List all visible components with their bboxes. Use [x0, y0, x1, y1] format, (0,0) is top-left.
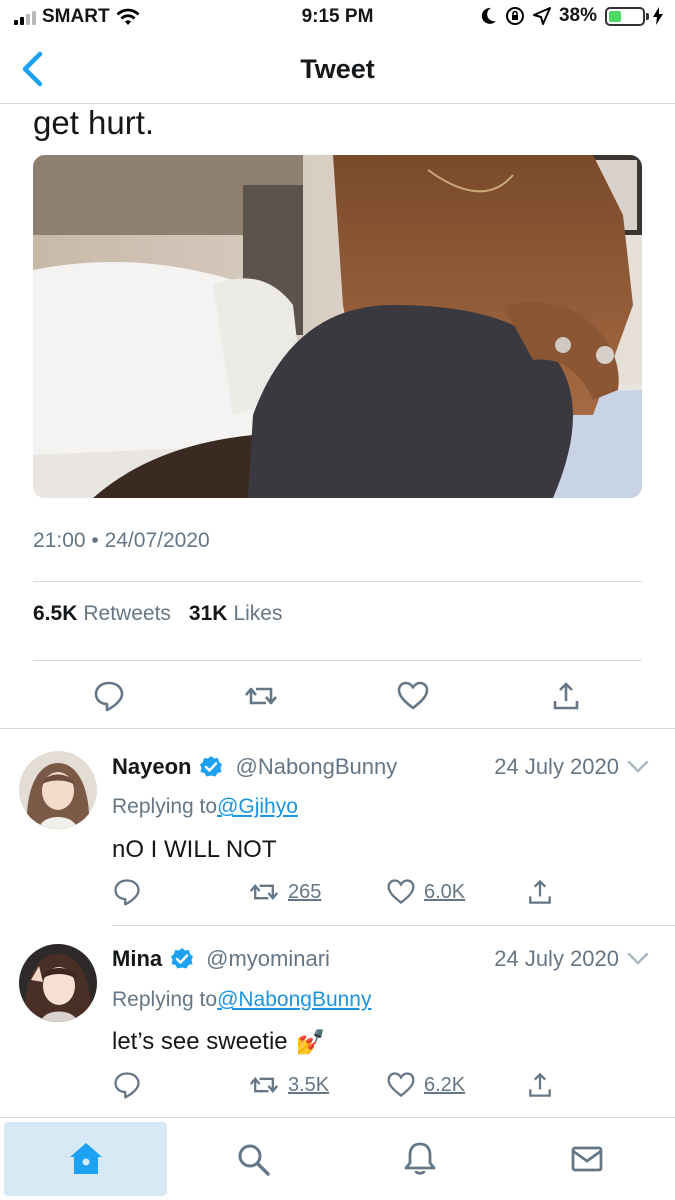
- tweet-timestamp: 21:00 • 24/07/2020: [33, 529, 210, 552]
- reply-date[interactable]: 24 July 2020: [494, 754, 649, 780]
- retweet-button[interactable]: 3.5K: [248, 1070, 329, 1100]
- retweet-button[interactable]: 265: [248, 877, 321, 907]
- tweet-text: get hurt.: [33, 104, 155, 141]
- reply-icon[interactable]: [112, 1070, 142, 1100]
- reply-item[interactable]: Mina @myominari 24 July 2020 Replying to…: [0, 926, 675, 1116]
- heart-icon[interactable]: [386, 877, 416, 907]
- replying-to: Replying to@NabongBunny: [112, 988, 372, 1012]
- author-name[interactable]: Mina: [112, 946, 162, 972]
- reply-item[interactable]: Nayeon @NabongBunny 24 July 2020 Replyin…: [0, 730, 675, 926]
- charging-bolt-icon: [653, 7, 663, 25]
- replying-prefix: Replying to: [112, 988, 218, 1011]
- search-icon[interactable]: [235, 1141, 271, 1177]
- replying-to-link[interactable]: @Gjihyo: [217, 795, 298, 818]
- retweet-count[interactable]: 265: [288, 881, 321, 904]
- battery-fill: [609, 10, 622, 22]
- bell-icon[interactable]: [403, 1141, 437, 1177]
- like-count[interactable]: 6.0K: [424, 881, 465, 904]
- tab-home[interactable]: [4, 1122, 167, 1196]
- retweet-icon[interactable]: [244, 679, 278, 713]
- share-button[interactable]: [525, 1070, 555, 1100]
- divider: [33, 660, 642, 661]
- reply-text: let’s see sweetie 💅: [112, 1028, 326, 1056]
- nav-bar: Tweet: [0, 36, 675, 104]
- battery-percent: 38%: [558, 5, 597, 26]
- share-icon[interactable]: [525, 1070, 555, 1100]
- reply-text: nO I WILL NOT: [112, 836, 276, 864]
- reply-author[interactable]: Mina @myominari: [112, 946, 330, 972]
- reply-date-text: 24 July 2020: [494, 754, 619, 779]
- reply-text-content: let’s see sweetie: [112, 1028, 288, 1055]
- chevron-down-icon[interactable]: [627, 952, 649, 966]
- reply-text-content: nO I WILL NOT: [112, 836, 277, 863]
- likes-label[interactable]: Likes: [233, 602, 282, 626]
- location-icon: [532, 7, 551, 25]
- tab-bar: [0, 1117, 675, 1200]
- heart-icon[interactable]: [396, 679, 430, 713]
- verified-badge-icon: [200, 756, 223, 777]
- reply-icon[interactable]: [112, 877, 142, 907]
- tab-notifications[interactable]: [338, 1122, 501, 1196]
- like-button[interactable]: 6.0K: [386, 877, 465, 907]
- reply-button[interactable]: [112, 1070, 142, 1100]
- rotation-lock-icon: [505, 7, 524, 25]
- battery-icon: [605, 6, 649, 26]
- tab-search[interactable]: [171, 1122, 334, 1196]
- tweet-action-bar: [0, 665, 675, 729]
- like-count[interactable]: 6.2K: [424, 1074, 465, 1097]
- divider: [33, 581, 642, 582]
- nail-polish-emoji: 💅: [295, 1028, 326, 1056]
- reply-author[interactable]: Nayeon @NabongBunny: [112, 754, 397, 780]
- reply-actions: 3.5K 6.2K: [0, 1070, 675, 1110]
- share-icon[interactable]: [525, 877, 555, 907]
- tab-messages[interactable]: [505, 1122, 668, 1196]
- like-count[interactable]: 31K: [189, 602, 228, 626]
- reply-actions: 265 6.0K: [0, 877, 675, 917]
- page-title: Tweet: [300, 54, 375, 84]
- retweet-icon[interactable]: [248, 1070, 280, 1100]
- tweet-media-image[interactable]: [33, 155, 642, 498]
- status-right: 38%: [481, 5, 663, 27]
- author-handle[interactable]: @NabongBunny: [235, 754, 397, 780]
- retweet-count[interactable]: 3.5K: [288, 1074, 329, 1097]
- share-button[interactable]: [525, 877, 555, 907]
- chevron-down-icon[interactable]: [627, 760, 649, 774]
- tweet-engagement-counts: 6.5K Retweets 31K Likes: [33, 602, 294, 626]
- mail-icon[interactable]: [570, 1144, 604, 1174]
- avatar[interactable]: [19, 944, 97, 1022]
- replying-to-link[interactable]: @NabongBunny: [217, 988, 371, 1011]
- retweet-icon[interactable]: [248, 877, 280, 907]
- author-name[interactable]: Nayeon: [112, 754, 191, 780]
- reply-date-text: 24 July 2020: [494, 946, 619, 971]
- tweet-photo: [33, 155, 642, 498]
- verified-badge-icon: [171, 948, 194, 969]
- share-icon[interactable]: [549, 679, 583, 713]
- reply-date[interactable]: 24 July 2020: [494, 946, 649, 972]
- avatar[interactable]: [19, 751, 97, 829]
- retweets-label[interactable]: Retweets: [83, 602, 171, 626]
- like-button[interactable]: 6.2K: [386, 1070, 465, 1100]
- replying-prefix: Replying to: [112, 795, 218, 818]
- author-handle[interactable]: @myominari: [206, 946, 330, 972]
- home-icon[interactable]: [67, 1140, 105, 1178]
- replying-to: Replying to@Gjihyo: [112, 795, 298, 819]
- heart-icon[interactable]: [386, 1070, 416, 1100]
- reply-button[interactable]: [112, 877, 142, 907]
- retweet-count[interactable]: 6.5K: [33, 602, 77, 626]
- status-bar: SMART 9:15 PM 38%: [0, 0, 675, 36]
- reply-icon[interactable]: [92, 679, 126, 713]
- moon-icon: [481, 7, 496, 24]
